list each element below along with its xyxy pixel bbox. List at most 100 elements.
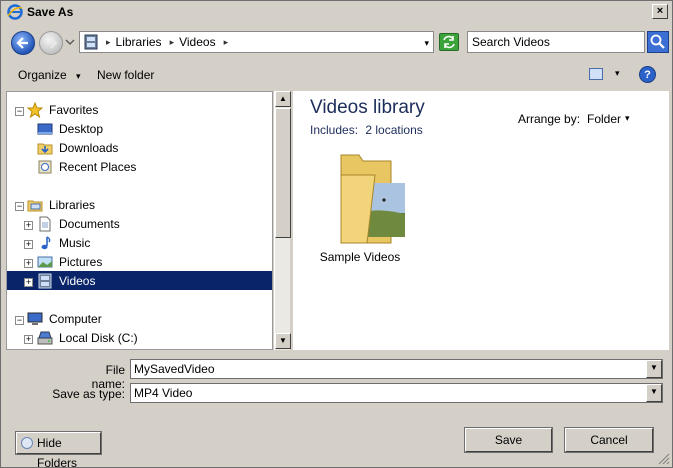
- help-icon[interactable]: ?: [639, 66, 656, 83]
- chevron-up-icon: [21, 437, 33, 449]
- folder-with-video-thumbnail-icon: [340, 154, 407, 244]
- library-title: Videos library: [310, 97, 425, 118]
- tree-label-local-disk: Local Disk (C:): [59, 330, 138, 345]
- navigation-bar: ▸ Libraries ▸ Videos ▸ ▾ Search Videos: [1, 25, 672, 59]
- hide-folders-label: Hide Folders: [37, 436, 78, 468]
- search-input[interactable]: Search Videos: [467, 31, 645, 53]
- tree-item-downloads[interactable]: Downloads: [37, 138, 118, 157]
- downloads-folder-icon: [37, 143, 53, 154]
- tree-item-pictures[interactable]: Pictures: [37, 252, 102, 271]
- search-icon: [650, 34, 665, 49]
- tree-item-computer[interactable]: Computer: [27, 309, 102, 328]
- organize-dropdown-icon: ▾: [76, 71, 81, 81]
- scroll-up-button[interactable]: ▲: [275, 91, 291, 107]
- address-bar[interactable]: ▸ Libraries ▸ Videos ▸ ▾: [79, 31, 434, 53]
- scroll-down-button[interactable]: ▼: [275, 333, 291, 349]
- includes-locations-link[interactable]: 2 locations: [365, 123, 422, 137]
- computer-collapse-toggle[interactable]: −: [15, 316, 24, 325]
- scroll-thumb[interactable]: [275, 108, 291, 238]
- save-as-type-value: MP4 Video: [134, 386, 193, 400]
- refresh-arrows-icon: [443, 35, 455, 49]
- title-bar: Save As ×: [1, 1, 672, 23]
- cancel-button[interactable]: Cancel: [565, 428, 653, 452]
- view-options-dropdown-icon[interactable]: ▾: [615, 68, 620, 79]
- tree-label-videos: Videos: [59, 273, 96, 288]
- tree-item-music[interactable]: Music: [37, 233, 90, 252]
- breadcrumb-separator[interactable]: ▸: [224, 37, 229, 48]
- hide-folders-button[interactable]: Hide Folders: [16, 432, 101, 468]
- window-title: Save As: [27, 5, 74, 19]
- tree-item-desktop[interactable]: Desktop: [37, 119, 103, 138]
- arrange-by-dropdown[interactable]: Folder: [587, 112, 621, 126]
- tree-item-videos-content[interactable]: Videos: [37, 271, 95, 290]
- tree-label-favorites: Favorites: [49, 102, 99, 117]
- tree-label-libraries: Libraries: [49, 197, 96, 212]
- video-library-icon: [84, 34, 98, 50]
- computer-icon: [27, 312, 43, 325]
- content-pane: Videos library Includes: 2 locations Arr…: [293, 91, 669, 350]
- desktop-icon: [37, 123, 53, 134]
- organize-menu[interactable]: Organize ▾: [18, 68, 81, 82]
- save-as-dialog: Save As × ▸ Libraries ▸ Videos ▸ ▾ Searc…: [0, 0, 673, 468]
- ie-logo-icon: [7, 4, 23, 20]
- breadcrumb-videos[interactable]: Videos: [179, 35, 215, 49]
- includes-label: Includes:: [310, 123, 359, 137]
- arrange-by-label: Arrange by:: [518, 112, 581, 126]
- organize-label: Organize: [18, 68, 67, 82]
- save-as-type-dropdown-button[interactable]: ▼: [646, 384, 662, 402]
- save-as-type-label: Save as type:: [52, 387, 125, 401]
- close-button[interactable]: ×: [652, 4, 668, 19]
- tree-label-computer: Computer: [49, 311, 102, 326]
- tree-label-documents: Documents: [59, 216, 120, 231]
- libraries-collapse-toggle[interactable]: −: [15, 202, 24, 211]
- tree-label-downloads: Downloads: [59, 140, 119, 155]
- music-note-icon: [41, 235, 51, 249]
- folder-item-sample-videos[interactable]: Sample Videos: [315, 151, 407, 264]
- tree-item-recent-places[interactable]: Recent Places: [37, 157, 136, 176]
- navigation-pane: − Favorites Desktop Downloads Recent Pla…: [6, 91, 273, 350]
- tree-item-favorites[interactable]: Favorites: [27, 100, 98, 119]
- tree-item-documents[interactable]: Documents: [37, 214, 120, 233]
- save-as-type-select[interactable]: MP4 Video ▼: [130, 383, 663, 403]
- tree-label-recent-places: Recent Places: [59, 159, 137, 174]
- search-button[interactable]: [647, 31, 669, 53]
- music-expand-toggle[interactable]: +: [24, 240, 33, 249]
- tree-label-pictures: Pictures: [59, 254, 103, 269]
- tree-item-libraries[interactable]: Libraries: [27, 195, 95, 214]
- folder-label: Sample Videos: [319, 250, 401, 264]
- save-button[interactable]: Save: [465, 428, 552, 452]
- address-dropdown-icon[interactable]: ▾: [424, 38, 429, 49]
- local-disk-expand-toggle[interactable]: +: [24, 335, 33, 344]
- breadcrumb-libraries[interactable]: Libraries: [116, 35, 162, 49]
- new-folder-button[interactable]: New folder: [97, 68, 154, 82]
- resize-grip-icon[interactable]: [658, 453, 670, 465]
- libraries-icon: [27, 200, 43, 211]
- forward-button[interactable]: [39, 31, 63, 55]
- back-button[interactable]: [11, 31, 35, 55]
- refresh-button[interactable]: [439, 33, 459, 51]
- pictures-icon: [37, 256, 53, 267]
- tree-label-music: Music: [59, 235, 91, 250]
- breadcrumb-separator[interactable]: ▸: [106, 37, 111, 48]
- recent-places-icon: [38, 160, 52, 173]
- pictures-expand-toggle[interactable]: +: [24, 259, 33, 268]
- recent-pages-chevron-icon[interactable]: [65, 37, 75, 47]
- documents-expand-toggle[interactable]: +: [24, 221, 33, 230]
- breadcrumb-separator[interactable]: ▸: [170, 37, 175, 48]
- file-name-dropdown-button[interactable]: ▼: [646, 360, 662, 378]
- file-name-value[interactable]: MySavedVideo: [134, 362, 215, 376]
- forward-arrow-icon: [46, 37, 58, 49]
- tree-item-local-disk[interactable]: Local Disk (C:): [37, 328, 138, 347]
- library-includes: Includes: 2 locations: [310, 123, 423, 137]
- hard-drive-icon: [37, 331, 53, 344]
- navigation-pane-scrollbar[interactable]: ▲ ▼: [274, 91, 291, 350]
- back-arrow-icon: [16, 37, 28, 49]
- change-view-icon[interactable]: [589, 68, 603, 80]
- arrange-by-chevron-icon[interactable]: ▾: [625, 113, 630, 124]
- video-library-icon: [38, 273, 52, 288]
- videos-expand-toggle[interactable]: +: [24, 278, 33, 287]
- file-name-field[interactable]: MySavedVideo ▼: [130, 359, 663, 379]
- star-icon: [27, 101, 43, 118]
- favorites-collapse-toggle[interactable]: −: [15, 107, 24, 116]
- tree-label-desktop: Desktop: [59, 121, 104, 136]
